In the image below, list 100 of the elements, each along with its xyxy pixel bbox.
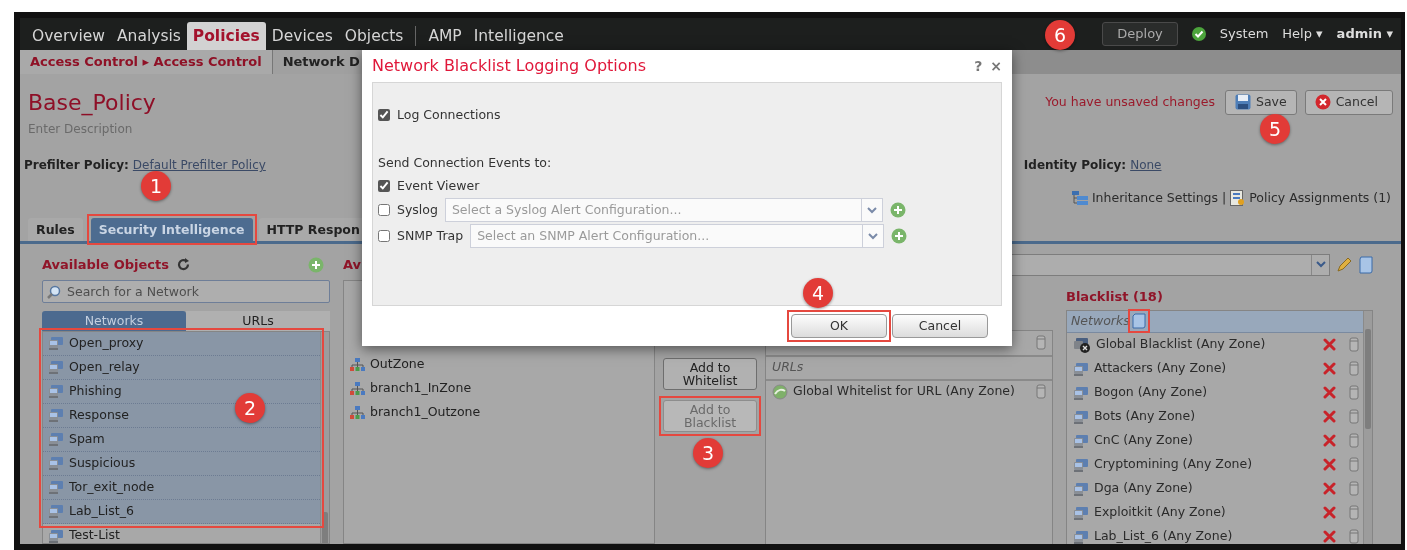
list-item: Attackers (Any Zone)	[1094, 359, 1227, 378]
dropdown-caret-icon[interactable]	[1315, 261, 1326, 269]
panel-title: Available Objects	[42, 255, 169, 274]
dropdown-button[interactable]	[860, 198, 883, 222]
deploy-button[interactable]: Deploy	[1102, 22, 1178, 46]
dropdown-caret-icon[interactable]	[866, 206, 877, 214]
trash-icon[interactable]	[1349, 433, 1359, 449]
network-object-icon	[48, 432, 64, 447]
dropdown-button[interactable]	[862, 224, 885, 248]
add-icon[interactable]	[891, 228, 908, 244]
object-row[interactable]: Lab_List_6	[43, 499, 320, 524]
list-tab[interactable]: Networks	[42, 310, 186, 331]
panel-title: Av	[343, 255, 363, 274]
add-button[interactable]: Add to Whitelist	[663, 357, 757, 390]
label-text: Identity Policy:	[1023, 157, 1127, 174]
nav-tab[interactable]: AMP	[422, 22, 468, 50]
delete-icon[interactable]	[1323, 362, 1336, 376]
trash-icon[interactable]	[1036, 384, 1046, 400]
checkbox[interactable]	[378, 230, 390, 242]
save-button[interactable]: Save	[1224, 90, 1297, 115]
prefilter-policy-link[interactable]: Default Prefilter Policy	[132, 156, 266, 174]
object-row[interactable]: Test-List	[43, 523, 320, 543]
cancel-button[interactable]: Cancel	[892, 314, 988, 338]
scrollbar[interactable]	[320, 331, 329, 543]
list-item: Bogon (Any Zone)	[1094, 383, 1208, 402]
nav-tab[interactable]: Overview	[26, 22, 111, 50]
policy-tab[interactable]: Rules	[28, 217, 83, 241]
delete-icon[interactable]	[1323, 506, 1336, 520]
delete-icon[interactable]	[1323, 530, 1336, 544]
add-icon[interactable]	[889, 202, 906, 218]
sub-tab[interactable]: Access Control ▸ Access Control	[20, 50, 273, 74]
nav-menu[interactable]: Help ▾	[1282, 24, 1323, 44]
nav-tab[interactable]: Objects	[338, 22, 410, 50]
delete-icon[interactable]	[1323, 410, 1336, 424]
network-object-icon	[48, 504, 64, 519]
identity-policy-link[interactable]: None	[1130, 156, 1162, 174]
object-row[interactable]: Open_relay	[43, 355, 320, 380]
network-blocked-icon	[1073, 336, 1091, 353]
highlight-frame	[1127, 309, 1150, 334]
zone-row[interactable]: branch1_InZone	[344, 376, 654, 401]
delete-icon[interactable]	[1323, 458, 1336, 472]
list-item: CnC (Any Zone)	[1094, 431, 1193, 450]
list-item: Cryptomining (Any Zone)	[1094, 455, 1253, 474]
dialog-title: Network Blacklist Logging Options	[372, 55, 647, 77]
network-object-icon	[48, 360, 64, 375]
add-icon[interactable]	[308, 256, 324, 273]
zone-row[interactable]: OutZone	[344, 352, 654, 377]
delete-icon[interactable]	[1323, 434, 1336, 448]
ok-button[interactable]: OK	[791, 314, 887, 338]
refresh-icon[interactable]	[176, 258, 190, 272]
trash-icon[interactable]	[1349, 529, 1359, 544]
trash-icon[interactable]	[1349, 409, 1359, 425]
nav-tab[interactable]: Intelligence	[467, 22, 570, 50]
nav-menu[interactable]: admin ▾	[1336, 24, 1393, 44]
trash-icon[interactable]	[1036, 335, 1046, 351]
cancel-button[interactable]: Cancel	[1304, 90, 1393, 115]
step-number: 5	[1260, 114, 1290, 144]
network-object-icon	[48, 480, 64, 495]
list-tab[interactable]: URLs	[186, 310, 330, 331]
checkbox[interactable]	[378, 204, 390, 216]
nav-tab[interactable]: Analysis	[111, 22, 187, 50]
trash-icon[interactable]	[1349, 481, 1359, 497]
trash-icon[interactable]	[1349, 457, 1359, 473]
nav-tab[interactable]: Devices	[265, 22, 339, 50]
checkbox[interactable]	[378, 180, 390, 192]
pencil-icon[interactable]	[1336, 256, 1352, 273]
network-object-icon	[1073, 505, 1089, 520]
list-item: Lab_List_6 (Any Zone)	[1094, 527, 1233, 544]
object-row[interactable]: Suspicious	[43, 451, 320, 476]
trash-icon[interactable]	[1349, 337, 1359, 353]
url-object-icon	[772, 383, 788, 400]
inheritance-settings-link[interactable]: Inheritance Settings	[1091, 189, 1219, 208]
delete-icon[interactable]	[1323, 482, 1336, 496]
document-icon[interactable]	[1358, 255, 1374, 274]
dropdown-caret-icon[interactable]	[868, 232, 879, 240]
trash-icon[interactable]	[1349, 385, 1359, 401]
zone-row[interactable]: branch1_Outzone	[344, 400, 654, 425]
scrollbar[interactable]	[1363, 310, 1372, 544]
object-row[interactable]: Open_proxy	[43, 331, 320, 356]
delete-icon[interactable]	[1323, 338, 1336, 352]
nav-tab[interactable]: Policies	[186, 22, 266, 50]
list-item: Global Whitelist for URL (Any Zone)	[793, 382, 1015, 401]
zone-hierarchy-icon	[349, 405, 365, 420]
nav-menu[interactable]: System	[1219, 24, 1269, 44]
checkbox[interactable]	[378, 109, 390, 121]
object-row[interactable]: Spam	[43, 427, 320, 452]
object-row[interactable]: Tor_exit_node	[43, 475, 320, 500]
panel-title: Blacklist (18)	[1066, 287, 1164, 306]
policy-tab[interactable]: Security Intelligence	[90, 217, 253, 241]
search-field[interactable]: Search for a Network	[42, 279, 330, 303]
trash-icon[interactable]	[1349, 361, 1359, 377]
policy-assignments-link[interactable]: Policy Assignments (1)	[1249, 189, 1391, 208]
network-object-icon	[48, 336, 64, 351]
trash-icon[interactable]	[1349, 505, 1359, 521]
close-button[interactable]: ×	[990, 55, 1002, 77]
network-object-icon	[1073, 529, 1089, 544]
delete-icon[interactable]	[1323, 386, 1336, 400]
network-object-icon	[48, 528, 64, 543]
document-icon[interactable]	[1131, 313, 1146, 330]
help-button[interactable]: ?	[974, 55, 983, 77]
